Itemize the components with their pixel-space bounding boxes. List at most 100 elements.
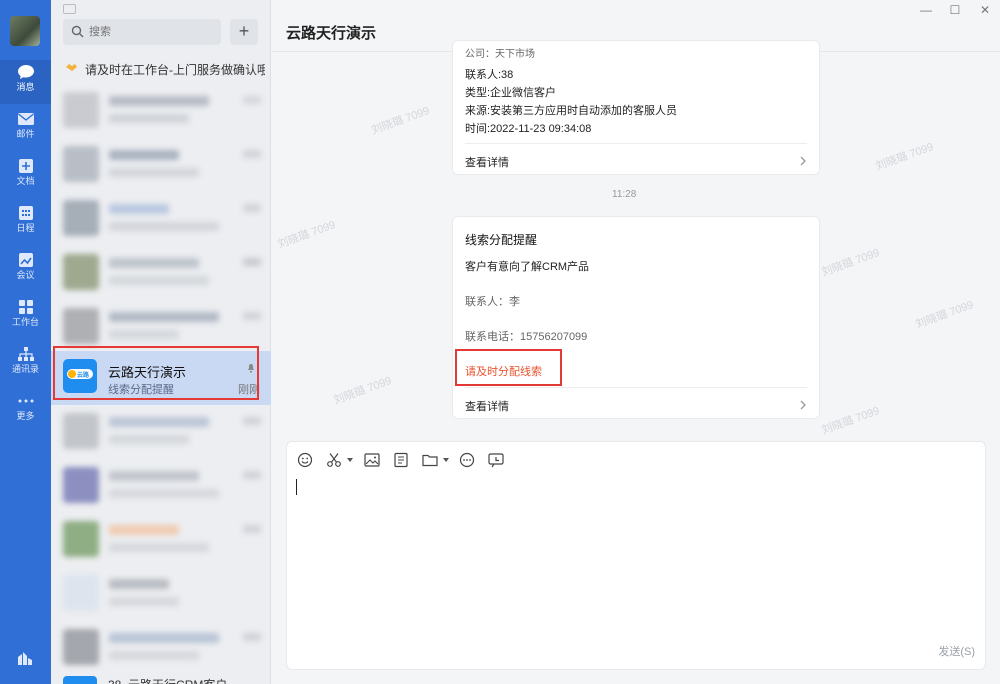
customer-info-card: 公司：天下市场 联系人:38 类型:企业微信客户 来源:安装第三方应用时自动添加…: [452, 40, 820, 175]
avatar: [63, 521, 99, 557]
list-item[interactable]: [51, 300, 271, 354]
avatar: [63, 308, 99, 344]
nav-messages-label: 消息: [16, 82, 35, 92]
avatar: [63, 413, 99, 449]
lead-assignment-card: 线索分配提醒 客户有意向了解CRM产品 联系人：李 联系电话：157562070…: [452, 216, 820, 419]
nav-contacts[interactable]: 通讯录: [0, 342, 51, 386]
card-contact: 联系人：李: [465, 296, 520, 308]
minimize-icon[interactable]: —: [919, 4, 933, 16]
list-item[interactable]: [51, 138, 271, 192]
nav-mail-label: 邮件: [16, 129, 35, 139]
add-button[interactable]: +: [230, 19, 258, 45]
conversation-name: 云路天行演示: [108, 365, 187, 380]
message-composer[interactable]: 发送(S): [286, 441, 986, 670]
list-item[interactable]: [51, 192, 271, 246]
nav-docs-label: 文档: [16, 176, 35, 186]
conversation-list: + 请及时在工作台-上门服务做确认哦。: [51, 0, 271, 684]
contacts-icon: [17, 347, 34, 361]
nav-calendar-label: 日程: [16, 223, 35, 233]
emoji-icon[interactable]: [296, 452, 314, 468]
mute-icon: [248, 364, 254, 373]
file-doc-icon[interactable]: [392, 452, 410, 468]
nav-more[interactable]: 更多: [0, 389, 51, 433]
conversation-yunlu-demo[interactable]: 云路 云路天行演示 线索分配提醒 刚刚: [51, 346, 271, 405]
watermark: 刘晓璐 7099: [914, 298, 976, 331]
search-icon: [71, 25, 84, 38]
avatar: [63, 200, 99, 236]
watermark: 刘晓璐 7099: [820, 404, 882, 437]
maximize-icon[interactable]: ☐: [948, 4, 962, 16]
list-item[interactable]: [51, 84, 271, 138]
watermark: 刘晓璐 7099: [370, 104, 432, 137]
folder-options-icon[interactable]: [443, 458, 449, 462]
chat-title: 云路天行演示: [286, 25, 377, 42]
screenshot-options-icon[interactable]: [347, 458, 353, 462]
folder-icon[interactable]: [421, 452, 439, 468]
action-highlight-box: [455, 349, 562, 386]
nav-meeting-label: 会议: [16, 270, 35, 280]
image-icon[interactable]: [363, 452, 381, 468]
nav-docs[interactable]: 文档: [0, 154, 51, 198]
watermark: 刘晓璐 7099: [874, 140, 936, 173]
more-options-icon[interactable]: [458, 452, 476, 468]
nav-meeting[interactable]: 会议: [0, 248, 51, 292]
screenshot-scissors-icon[interactable]: [325, 452, 343, 468]
nav-calendar[interactable]: 日程: [0, 201, 51, 245]
avatar: [63, 575, 99, 611]
avatar: [63, 92, 99, 128]
card-time: 时间:2022-11-23 09:34:08: [465, 123, 592, 135]
list-item[interactable]: [51, 405, 271, 459]
list-item[interactable]: [51, 246, 271, 300]
list-item[interactable]: [51, 513, 271, 567]
nav-more-label: 更多: [16, 411, 35, 421]
card-type: 类型:企业微信客户: [465, 87, 557, 99]
chat-panel: 云路天行演示 — ☐ ✕ 刘晓璐 7099 刘晓璐 7099 刘晓璐 7099 …: [272, 0, 1000, 684]
schedule-message-icon[interactable]: [487, 452, 505, 468]
card-title: 线索分配提醒: [465, 233, 538, 247]
chevron-right-icon[interactable]: [799, 156, 807, 166]
conversation-name: 38_云路天行CRM客户: [108, 676, 227, 684]
card-company-partial: 公司：天下市场: [465, 49, 535, 59]
text-cursor: [296, 479, 297, 495]
search-input[interactable]: [89, 23, 209, 41]
list-item[interactable]: 38_云路天行CRM客户: [51, 670, 271, 684]
avatar: [63, 467, 99, 503]
search-box[interactable]: [63, 19, 221, 45]
user-avatar[interactable]: [10, 16, 40, 46]
list-item[interactable]: [51, 621, 271, 675]
nav-workbench[interactable]: 工作台: [0, 295, 51, 339]
meeting-icon: [18, 253, 33, 267]
collapse-sidebar-icon[interactable]: [63, 4, 76, 14]
left-nav: 消息 邮件 文档 日程 会议 工作台 通讯录 更多: [0, 0, 51, 684]
list-item[interactable]: [51, 567, 271, 621]
watermark: 刘晓璐 7099: [276, 218, 338, 251]
avatar: [63, 146, 99, 182]
view-details-link[interactable]: 查看详情: [465, 154, 509, 170]
view-details-link[interactable]: 查看详情: [465, 398, 509, 414]
mail-icon: [17, 113, 34, 125]
send-button[interactable]: 发送(S): [938, 643, 975, 659]
card-source: 来源:安装第三方应用时自动添加的客服人员: [465, 105, 678, 117]
chevron-right-icon[interactable]: [799, 400, 807, 410]
nav-contacts-label: 通讯录: [11, 364, 39, 374]
nav-mail[interactable]: 邮件: [0, 107, 51, 151]
conversation-preview: 线索分配提醒: [108, 384, 174, 396]
avatar: [63, 254, 99, 290]
card-contact: 联系人:38: [465, 69, 514, 81]
conversation-time: 刚刚: [238, 384, 260, 396]
pinned-notice-text: 请及时在工作台-上门服务做确认哦。: [85, 63, 265, 77]
message-timestamp: 11:28: [612, 189, 637, 200]
calendar-icon: [18, 206, 33, 220]
watermark: 刘晓璐 7099: [332, 374, 394, 407]
yunlu-logo: 云路: [63, 359, 97, 393]
close-icon[interactable]: ✕: [978, 4, 992, 16]
watermark: 刘晓璐 7099: [820, 246, 882, 279]
pinned-notice[interactable]: 请及时在工作台-上门服务做确认哦。: [51, 55, 271, 81]
stats-icon[interactable]: [16, 650, 34, 666]
more-icon: [18, 399, 33, 403]
list-item[interactable]: [51, 459, 271, 513]
nav-messages[interactable]: 消息: [0, 60, 51, 104]
message-icon: [17, 65, 34, 79]
nav-workbench-label: 工作台: [11, 317, 39, 327]
document-icon: [18, 159, 33, 173]
